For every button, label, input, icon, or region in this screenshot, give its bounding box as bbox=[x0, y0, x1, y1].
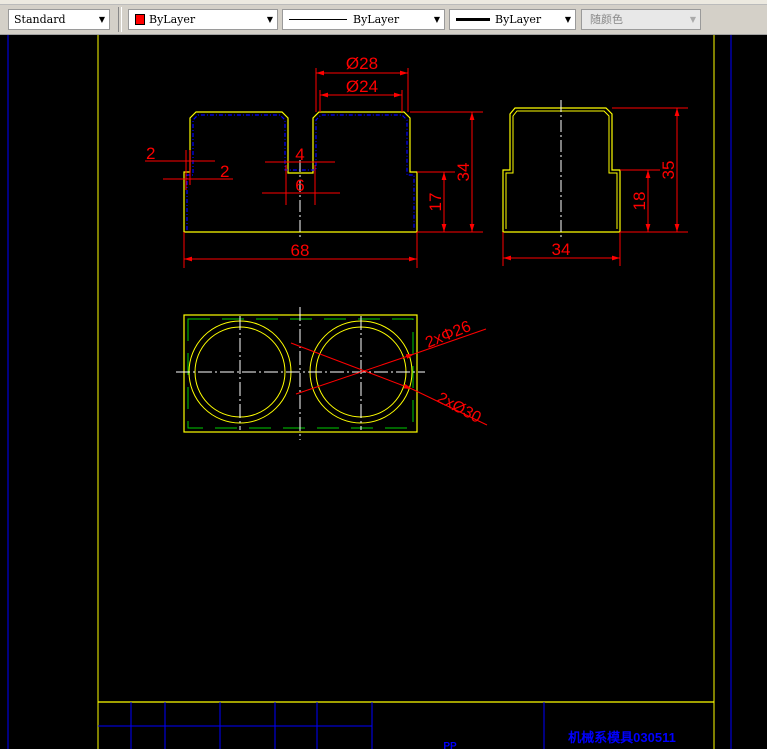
title-block-material: PP bbox=[443, 741, 457, 749]
dim-2x26: 2xΦ26 bbox=[423, 318, 473, 352]
plot-style-value: 随颜色 bbox=[590, 13, 623, 26]
chevron-down-icon[interactable]: ▼ bbox=[99, 10, 105, 29]
dim-side-34: 34 bbox=[552, 240, 571, 259]
dim-d28: Ø28 bbox=[346, 54, 378, 73]
color-dropdown[interactable]: ByLayer ▼ bbox=[128, 9, 278, 30]
toolbar-separator bbox=[118, 7, 122, 32]
linetype-dropdown[interactable]: ByLayer ▼ bbox=[282, 9, 445, 30]
dim-18: 18 bbox=[630, 192, 649, 211]
dim-d24: Ø24 bbox=[346, 77, 378, 96]
dim-35: 35 bbox=[659, 161, 678, 180]
text-style-dropdown[interactable]: Standard ▼ bbox=[8, 9, 110, 30]
text-style-value: Standard bbox=[14, 13, 66, 26]
chevron-down-icon[interactable]: ▼ bbox=[434, 10, 440, 29]
lineweight-value: ByLayer bbox=[495, 13, 542, 26]
dim-2x30: 2xØ30 bbox=[434, 390, 484, 427]
dim-2b: 2 bbox=[220, 162, 229, 181]
properties-toolbar: Standard ▼ ByLayer ▼ ByLayer ▼ ByLayer ▼… bbox=[0, 0, 767, 35]
drawing-canvas[interactable]: Ø28 Ø24 2 2 4 6 68 17 34 34 18 35 2xΦ26 … bbox=[0, 35, 767, 749]
toolbar-top-strip bbox=[0, 0, 767, 5]
dim-34: 34 bbox=[454, 163, 473, 182]
dim-2a: 2 bbox=[146, 144, 155, 163]
chevron-down-icon[interactable]: ▼ bbox=[267, 10, 273, 29]
plot-style-dropdown[interactable]: 随颜色 ▼ bbox=[581, 9, 701, 30]
color-swatch-icon bbox=[135, 14, 145, 25]
thick-line-icon bbox=[456, 18, 490, 21]
dim-17: 17 bbox=[426, 193, 445, 212]
title-block-school: 机械系模具030511 bbox=[568, 730, 676, 745]
color-value: ByLayer bbox=[149, 13, 196, 26]
drawing-frame bbox=[7, 35, 732, 749]
dim-68: 68 bbox=[291, 241, 310, 260]
front-view: Ø28 Ø24 2 2 4 6 68 17 34 bbox=[145, 54, 483, 268]
side-view: 34 18 35 bbox=[502, 100, 688, 266]
top-view: 2xΦ26 2xØ30 bbox=[176, 307, 488, 440]
lineweight-dropdown[interactable]: ByLayer ▼ bbox=[449, 9, 576, 30]
dim-4: 4 bbox=[295, 145, 304, 164]
title-block: 机械系模具030511 PP bbox=[98, 701, 714, 749]
dim-6: 6 bbox=[295, 176, 304, 195]
thin-line-icon bbox=[289, 19, 347, 20]
chevron-down-icon[interactable]: ▼ bbox=[565, 10, 571, 29]
chevron-down-icon[interactable]: ▼ bbox=[690, 10, 696, 29]
linetype-value: ByLayer bbox=[353, 13, 400, 26]
